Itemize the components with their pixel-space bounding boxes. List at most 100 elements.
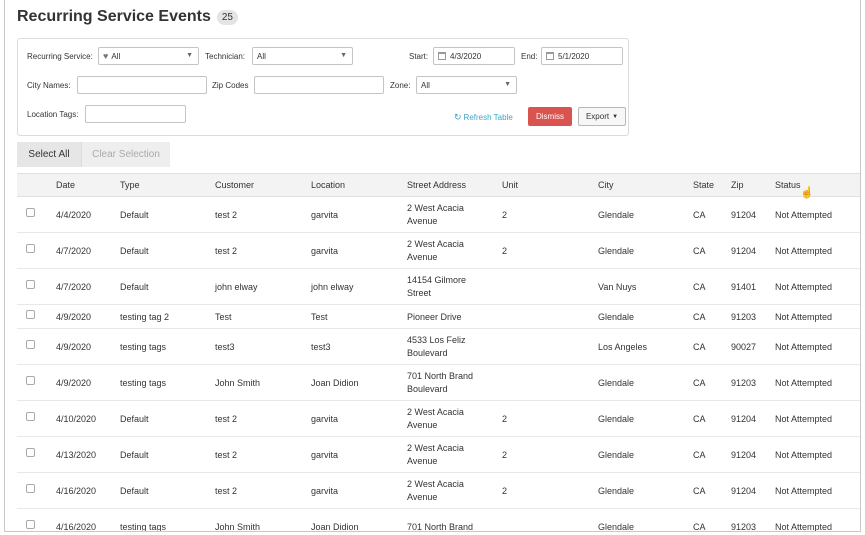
chevron-down-icon: ▼ [504, 81, 511, 88]
cell-customer: John Smith [215, 522, 261, 532]
column-header-type[interactable]: Type [120, 180, 140, 190]
row-checkbox[interactable] [26, 520, 35, 529]
start-date-input[interactable]: 4/3/2020 [433, 47, 515, 65]
table-row[interactable]: 4/16/2020 testing tags John Smith Joan Didi… [17, 509, 860, 532]
cell-location: Test [311, 312, 328, 322]
cell-date: 4/4/2020 [56, 210, 92, 220]
cell-state: CA [693, 246, 706, 256]
table-row[interactable]: 4/9/2020 testing tags John Smith Joan Didio… [17, 365, 860, 401]
cell-city: Glendale [598, 450, 635, 460]
cell-city: Glendale [598, 414, 635, 424]
row-checkbox[interactable] [26, 484, 35, 493]
end-label: End: [521, 52, 538, 61]
street-line-2: Street [407, 287, 432, 298]
zip-codes-label: Zip Codes [212, 81, 249, 90]
cell-street-address: 2 West Acacia Avenue [407, 202, 464, 227]
column-header-unit[interactable]: Unit [502, 180, 518, 190]
cell-date: 4/9/2020 [56, 312, 92, 322]
row-checkbox[interactable] [26, 412, 35, 421]
recurring-service-select[interactable]: ♥ All ▼ [98, 47, 199, 65]
technician-select[interactable]: All ▼ [252, 47, 353, 65]
row-checkbox[interactable] [26, 310, 35, 319]
cell-location: garvita [311, 246, 339, 256]
table-row[interactable]: 4/10/2020 Default test 2 garvita 2 Glendale CA… [17, 401, 860, 437]
cell-street-address: 2 West Acacia Avenue [407, 442, 464, 467]
cell-status: Not Attempted [775, 282, 833, 292]
row-checkbox[interactable] [26, 448, 35, 457]
table-body: 4/4/2020 Default test 2 garvita 2 Glendale CA 9… [17, 197, 860, 532]
dismiss-button[interactable]: Dismiss [528, 107, 572, 126]
cell-customer: test 2 [215, 486, 238, 496]
street-line-1: 4533 Los Feliz [407, 335, 466, 345]
table-row[interactable]: 4/13/2020 Default test 2 garvita 2 Glendale CA… [17, 437, 860, 473]
cell-state: CA [693, 414, 706, 424]
cell-unit: 2 [502, 210, 508, 220]
cell-customer: test 2 [215, 246, 238, 256]
cell-type: Default [120, 450, 149, 460]
cell-type: testing tags [120, 522, 167, 532]
location-tags-input[interactable] [85, 105, 186, 123]
row-checkbox[interactable] [26, 244, 35, 253]
column-header-date[interactable]: Date [56, 180, 75, 190]
cell-city: Glendale [598, 378, 635, 388]
export-label: Export [585, 112, 610, 121]
selection-bar: Select All Clear Selection [17, 142, 170, 167]
cell-type: Default [120, 282, 149, 292]
column-header-street-address[interactable]: Street Address [407, 180, 466, 190]
cell-type: testing tags [120, 342, 167, 352]
cell-location: Joan Didion [311, 378, 359, 388]
table-row[interactable]: 4/7/2020 Default test 2 garvita 2 Glendale CA 9… [17, 233, 860, 269]
cell-location: john elway [311, 282, 354, 292]
start-label: Start: [409, 52, 429, 61]
column-header-customer[interactable]: Customer [215, 180, 254, 190]
table-row[interactable]: 4/16/2020 Default test 2 garvita 2 Glendale CA… [17, 473, 860, 509]
end-date-value: 5/1/2020 [558, 51, 590, 61]
table-row[interactable]: 4/4/2020 Default test 2 garvita 2 Glendale CA 9… [17, 197, 860, 233]
cell-street-address: 2 West Acacia Avenue [407, 406, 464, 431]
cell-customer: Test [215, 312, 232, 322]
select-all-button[interactable]: Select All [17, 142, 81, 167]
cell-status: Not Attempted [775, 486, 833, 496]
cell-zip: 91401 [731, 282, 757, 292]
clear-selection-button[interactable]: Clear Selection [81, 142, 170, 167]
column-header-location[interactable]: Location [311, 180, 345, 190]
street-line-1: 701 North Brand [407, 371, 474, 381]
cell-unit: 2 [502, 486, 508, 496]
table-row[interactable]: 4/9/2020 testing tags test3 test3 Los Angele… [17, 329, 860, 365]
count-badge: 25 [216, 9, 238, 25]
city-names-label: City Names: [27, 81, 71, 90]
column-header-city[interactable]: City [598, 180, 614, 190]
zip-codes-input[interactable] [254, 76, 384, 94]
zone-select[interactable]: All ▼ [416, 76, 517, 94]
column-header-status[interactable]: Status [775, 180, 801, 190]
end-date-input[interactable]: 5/1/2020 [541, 47, 623, 65]
cell-location: garvita [311, 414, 339, 424]
cell-date: 4/13/2020 [56, 450, 97, 460]
street-line-2: Boulevard [407, 383, 448, 394]
technician-value: All [257, 51, 266, 61]
table-row[interactable]: 4/7/2020 Default john elway john elway Van N… [17, 269, 860, 305]
row-checkbox[interactable] [26, 340, 35, 349]
street-line-2: Avenue [407, 419, 438, 430]
refresh-table-label: Refresh Table [463, 113, 513, 122]
cell-state: CA [693, 210, 706, 220]
cell-status: Not Attempted [775, 210, 833, 220]
cell-city: Los Angeles [598, 342, 648, 352]
cell-status: Not Attempted [775, 312, 833, 322]
export-button[interactable]: Export ▼ [578, 107, 626, 126]
row-checkbox[interactable] [26, 376, 35, 385]
street-line-1: Pioneer Drive [407, 312, 462, 322]
cell-location: Joan Didion [311, 522, 359, 532]
row-checkbox[interactable] [26, 280, 35, 289]
cell-city: Glendale [598, 312, 635, 322]
table-row[interactable]: 4/9/2020 testing tag 2 Test Test Glendale CA 9… [17, 305, 860, 329]
street-line-2: Avenue [407, 215, 438, 226]
column-header-zip[interactable]: Zip [731, 180, 744, 190]
row-checkbox[interactable] [26, 208, 35, 217]
cell-date: 4/9/2020 [56, 378, 92, 388]
cell-unit: 2 [502, 414, 508, 424]
column-header-state[interactable]: State [693, 180, 714, 190]
technician-label: Technician: [205, 52, 246, 61]
city-names-input[interactable] [77, 76, 207, 94]
refresh-table-link[interactable]: ↻ Refresh Table [454, 112, 513, 123]
